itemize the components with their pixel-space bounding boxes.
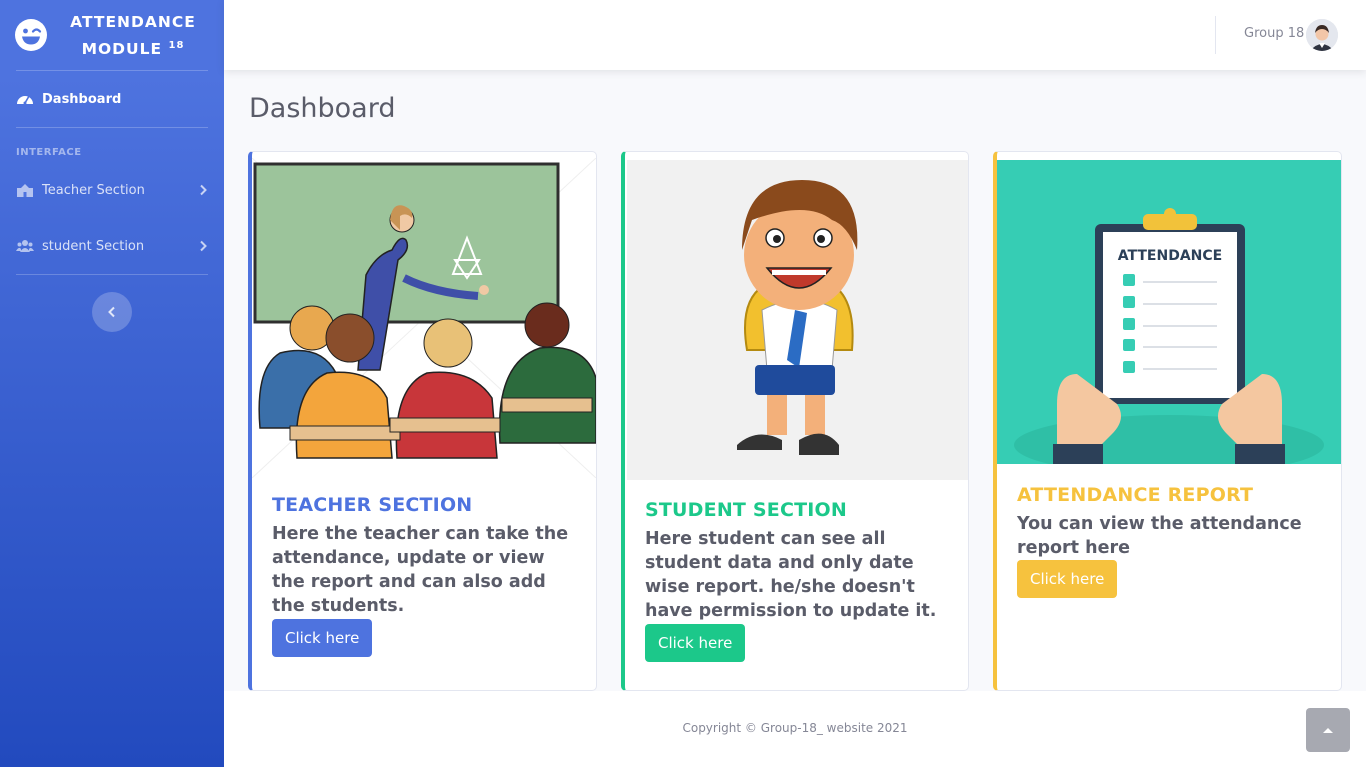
laugh-wink-icon [15, 19, 47, 51]
topbar: Group 18 [224, 0, 1366, 70]
clipboard-title: ATTENDANCE [1118, 248, 1222, 264]
chevron-right-icon [200, 184, 207, 196]
user-name[interactable]: Group 18 [1244, 26, 1304, 41]
attendance-click-here-button[interactable]: Click here [1017, 560, 1118, 598]
copyright-text: Copyright © Group-18_ website 2021 [682, 721, 908, 735]
sidebar-item-label: Dashboard [42, 91, 122, 107]
teacher-click-here-button[interactable]: Click here [272, 619, 373, 657]
attendance-report-card: ATTENDANCE ATTENDANCE REPORT You can vie… [993, 151, 1342, 691]
card-title: ATTENDANCE REPORT [1017, 484, 1254, 506]
topbar-divider [1215, 16, 1216, 54]
card-text: Here student can see all student data an… [645, 529, 937, 621]
angle-up-icon [1323, 728, 1333, 733]
user-avatar-icon [1306, 19, 1338, 51]
sidebar-item-dashboard[interactable]: Dashboard [0, 71, 224, 127]
brand-title: ATTENDANCE MODULE 18 [70, 12, 196, 58]
avatar[interactable] [1306, 19, 1338, 51]
card-title: STUDENT SECTION [645, 499, 847, 521]
card-text: You can view the attendance report here [1017, 514, 1302, 558]
sidebar-item-label: Teacher Section [42, 182, 145, 198]
footer: Copyright © Group-18_ website 2021 [224, 691, 1366, 767]
student-section-card: STUDENT SECTION Here student can see all… [621, 151, 969, 691]
teacher-section-card: TEACHER SECTION Here the teacher can tak… [248, 151, 597, 691]
tachometer-icon [17, 96, 33, 105]
sidebar-item-label: student Section [42, 238, 145, 254]
sidebar-brand[interactable]: ATTENDANCE MODULE 18 [0, 0, 224, 70]
teacher-illustration [252, 158, 596, 478]
student-illustration [627, 160, 968, 480]
sidebar-divider [16, 274, 208, 275]
card-text: Here the teacher can take the attendance… [272, 524, 569, 616]
sidebar-item-teacher-section[interactable]: Teacher Section [0, 162, 224, 218]
chevron-right-icon [200, 240, 207, 252]
school-icon [17, 184, 33, 197]
sidebar-item-student-section[interactable]: student Section [0, 218, 224, 274]
scroll-to-top-button[interactable] [1306, 708, 1350, 752]
card-title: TEACHER SECTION [272, 494, 473, 516]
sidebar-heading: INTERFACE [16, 147, 82, 158]
sidebar-toggle-button[interactable] [92, 292, 132, 332]
attendance-clipboard-illustration: ATTENDANCE [997, 160, 1341, 464]
student-click-here-button[interactable]: Click here [645, 624, 746, 662]
sidebar: ATTENDANCE MODULE 18 Dashboard INTERFACE… [0, 0, 224, 767]
chevron-left-icon [108, 306, 115, 318]
page-title: Dashboard [249, 93, 396, 124]
users-icon [16, 240, 34, 252]
